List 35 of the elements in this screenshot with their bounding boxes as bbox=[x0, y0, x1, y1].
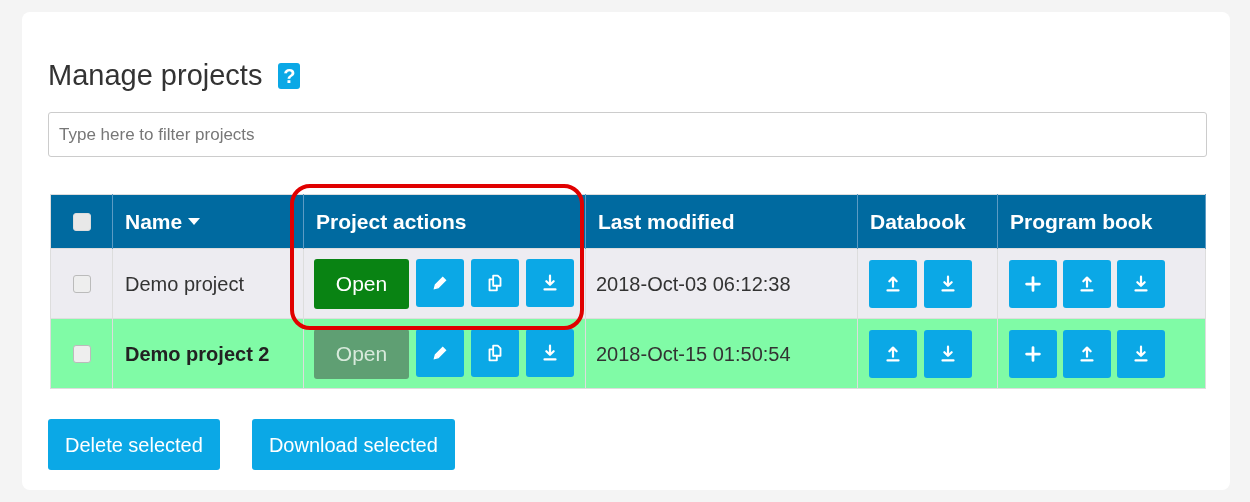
project-name: Demo project 2 bbox=[125, 342, 270, 365]
column-header: Last modified bbox=[598, 208, 735, 235]
upload-button[interactable] bbox=[1063, 259, 1111, 308]
column-header: Program book bbox=[1010, 208, 1153, 235]
row-checkbox[interactable] bbox=[72, 212, 91, 231]
copy-button[interactable] bbox=[471, 258, 519, 307]
upload-button[interactable] bbox=[869, 259, 917, 308]
table-row[interactable]: Demo project Open 2018-Oct-03 06:12:38 bbox=[50, 248, 1206, 319]
download-button[interactable] bbox=[924, 259, 972, 308]
column-header: Project actions bbox=[316, 208, 467, 235]
download-button[interactable] bbox=[1117, 329, 1165, 378]
modified-date: 2018-Oct-03 06:12:38 bbox=[596, 272, 791, 295]
column-header: Databook bbox=[870, 208, 966, 235]
page-title: Manage projects bbox=[48, 58, 263, 94]
edit-button[interactable] bbox=[416, 328, 464, 377]
copy-button[interactable] bbox=[471, 328, 519, 377]
download-button[interactable] bbox=[526, 328, 574, 377]
help-icon[interactable]: ? bbox=[278, 63, 301, 89]
download-button[interactable] bbox=[1117, 259, 1165, 308]
action-button[interactable]: Download selected bbox=[251, 419, 455, 470]
add-button[interactable] bbox=[1009, 329, 1057, 378]
upload-button[interactable] bbox=[869, 329, 917, 378]
column-header[interactable]: Name bbox=[125, 205, 201, 238]
edit-button[interactable] bbox=[416, 258, 464, 307]
project-name: Demo project bbox=[125, 272, 244, 295]
row-checkbox[interactable] bbox=[72, 274, 91, 293]
action-button[interactable]: Delete selected bbox=[48, 419, 220, 470]
download-button[interactable] bbox=[526, 258, 574, 307]
modified-date: 2018-Oct-15 01:50:54 bbox=[596, 342, 791, 365]
add-button[interactable] bbox=[1009, 259, 1057, 308]
download-button[interactable] bbox=[924, 329, 972, 378]
upload-button[interactable] bbox=[1063, 329, 1111, 378]
row-checkbox[interactable] bbox=[72, 344, 91, 363]
open-button[interactable]: Open bbox=[314, 258, 409, 309]
filter-field[interactable]: Type here to filter projects bbox=[48, 112, 1207, 157]
